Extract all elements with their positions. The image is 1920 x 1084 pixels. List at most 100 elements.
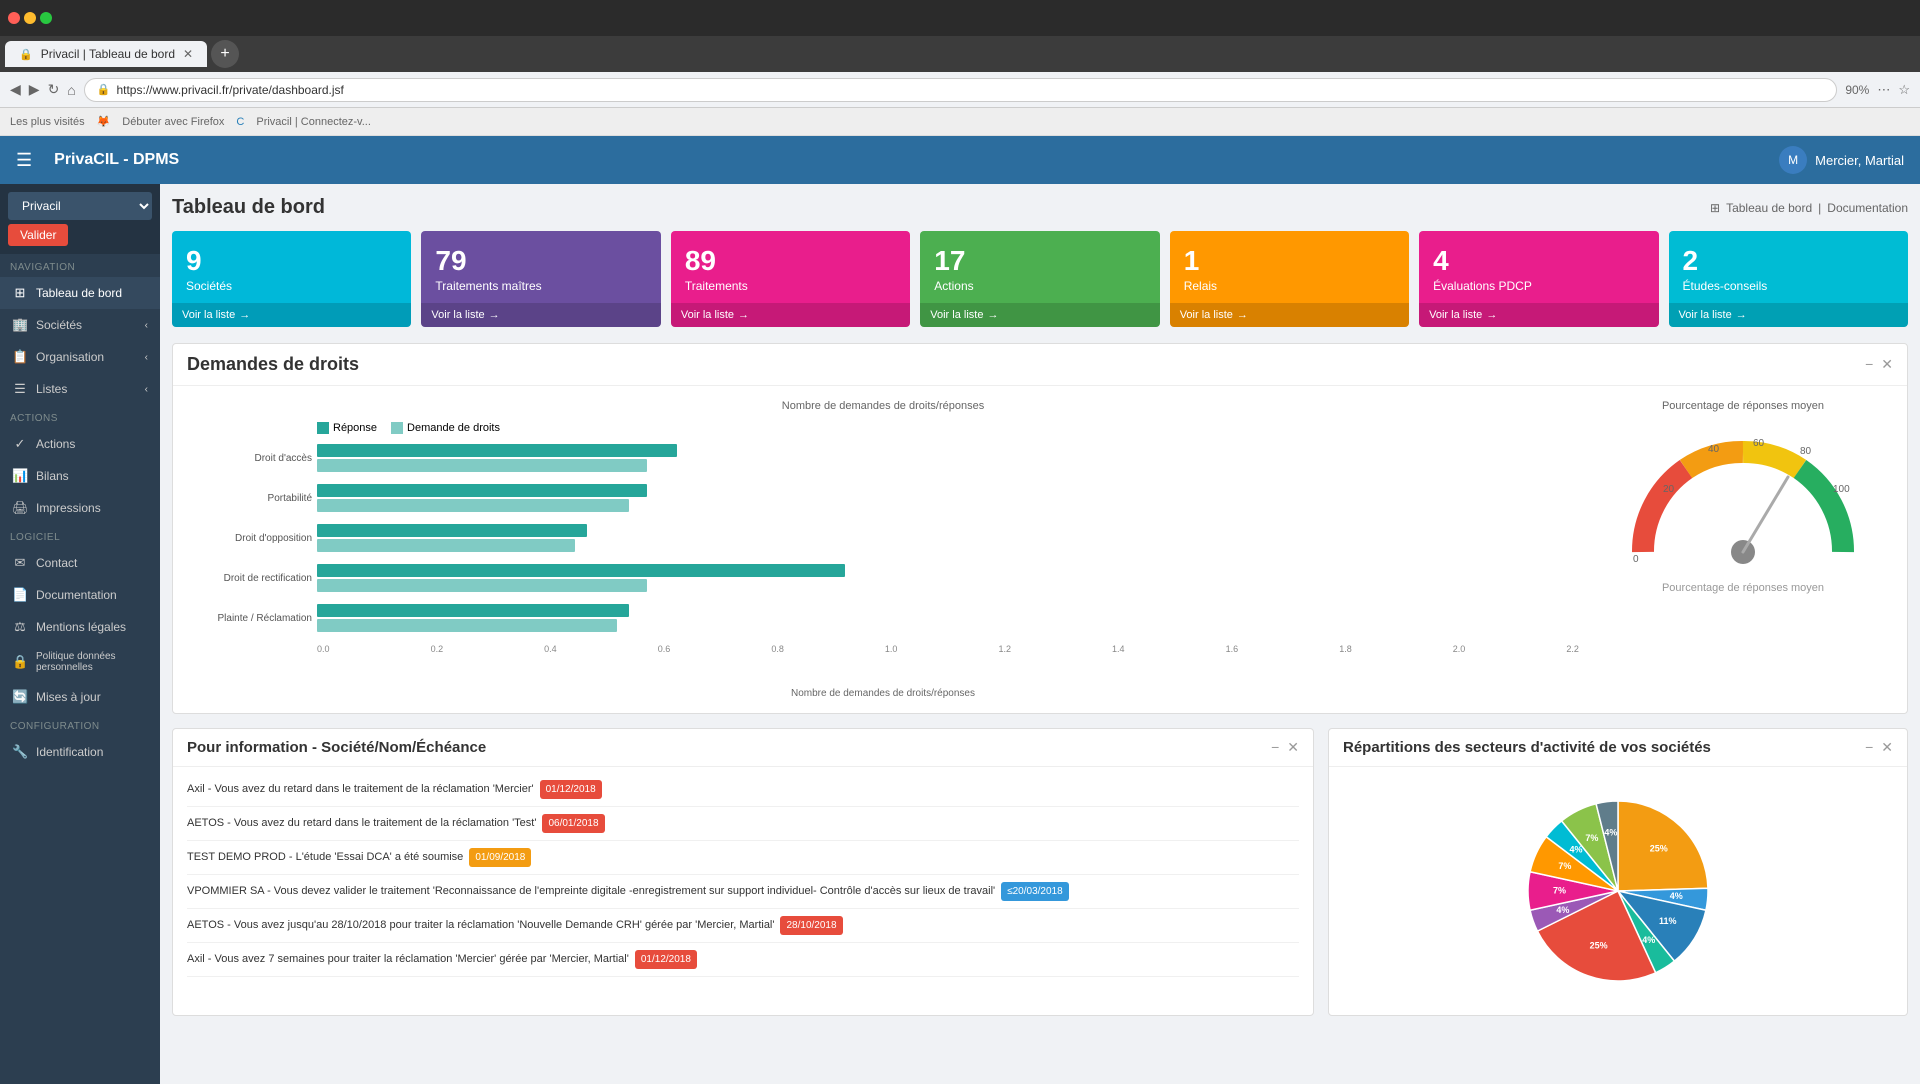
legend-reponse: Réponse bbox=[317, 422, 377, 434]
sidebar-item-label: Documentation bbox=[36, 588, 117, 602]
sidebar-item-mentions[interactable]: ⚖ Mentions légales bbox=[0, 611, 160, 643]
stats-cards: 9 Sociétés Voir la liste → 79 Traitement… bbox=[172, 231, 1908, 327]
sidebar-item-tableau-de-bord[interactable]: ⊞ Tableau de bord bbox=[0, 277, 160, 309]
close-icon-pie[interactable]: ✕ bbox=[1881, 739, 1893, 756]
stat-card-2[interactable]: 89 Traitements Voir la liste → bbox=[671, 231, 910, 327]
browser-tabs: 🔒 Privacil | Tableau de bord ✕ + bbox=[0, 36, 1920, 72]
gauge-title: Pourcentage de réponses moyen bbox=[1662, 400, 1824, 412]
extensions-icon[interactable]: ⋯ bbox=[1877, 82, 1890, 98]
minimize-icon-pie[interactable]: − bbox=[1865, 739, 1873, 756]
breadcrumb-doc[interactable]: Documentation bbox=[1827, 201, 1908, 215]
info-item-text: AETOS - Vous avez du retard dans le trai… bbox=[187, 817, 536, 829]
bar-row: Droit d'accès bbox=[317, 444, 1579, 472]
sidebar-item-organisation[interactable]: 📋 Organisation ‹ bbox=[0, 341, 160, 373]
firefox-bookmark[interactable]: Débuter avec Firefox bbox=[122, 116, 224, 128]
stat-card-4[interactable]: 1 Relais Voir la liste → bbox=[1170, 231, 1409, 327]
sidebar-item-identification[interactable]: 🔧 Identification bbox=[0, 736, 160, 768]
bar-reponse bbox=[317, 444, 677, 457]
svg-text:100: 100 bbox=[1833, 484, 1850, 495]
stat-label: Sociétés bbox=[186, 279, 397, 293]
bookmark-icon[interactable]: ☆ bbox=[1898, 82, 1910, 98]
bar-row: Droit de rectification bbox=[317, 564, 1579, 592]
sidebar-item-contact[interactable]: ✉ Contact bbox=[0, 547, 160, 579]
see-list-link[interactable]: Voir la liste → bbox=[671, 303, 910, 327]
forward-button[interactable]: ▶ bbox=[29, 81, 40, 98]
breadcrumb-current[interactable]: Tableau de bord bbox=[1726, 201, 1812, 215]
zoom-level: 90% bbox=[1845, 83, 1869, 97]
dashboard-icon: ⊞ bbox=[12, 285, 28, 301]
bar-label: Droit d'opposition bbox=[187, 533, 312, 544]
url-text: https://www.privacil.fr/private/dashboar… bbox=[116, 83, 343, 97]
sidebar-item-impressions[interactable]: 🖨 Impressions bbox=[0, 492, 160, 524]
lock-icon: 🔒 bbox=[97, 83, 111, 96]
sidebar-item-documentation[interactable]: 📄 Documentation bbox=[0, 579, 160, 611]
bar-demande bbox=[317, 579, 647, 592]
see-list-link[interactable]: Voir la liste → bbox=[421, 303, 660, 327]
svg-text:60: 60 bbox=[1753, 438, 1765, 449]
documentation-icon: 📄 bbox=[12, 587, 28, 603]
arrow-right-icon: → bbox=[1736, 309, 1747, 321]
close-icon-info[interactable]: ✕ bbox=[1287, 739, 1299, 756]
reload-button[interactable]: ↻ bbox=[48, 81, 60, 98]
pie-svg: 25%4%11%4%25%4%7%7%4%7%4% bbox=[1478, 781, 1758, 1001]
company-dropdown[interactable]: Privacil bbox=[8, 192, 152, 220]
config-section-label: Configuration bbox=[0, 713, 160, 736]
stat-card-5[interactable]: 4 Évaluations PDCP Voir la liste → bbox=[1419, 231, 1658, 327]
app-header: ☰ PrivaCIL - DPMS M Mercier, Martial bbox=[0, 136, 1920, 184]
demandes-title: Demandes de droits bbox=[187, 354, 359, 375]
stat-number: 4 bbox=[1433, 245, 1644, 277]
sidebar-item-actions[interactable]: ✓ Actions bbox=[0, 428, 160, 460]
minimize-icon-info[interactable]: − bbox=[1271, 739, 1279, 756]
sidebar-item-listes[interactable]: ☰ Listes ‹ bbox=[0, 373, 160, 405]
breadcrumb-icon: ⊞ bbox=[1710, 201, 1720, 215]
stat-number: 9 bbox=[186, 245, 397, 277]
x-axis-label: Nombre de demandes de droits/réponses bbox=[187, 688, 1579, 699]
user-avatar: M bbox=[1779, 146, 1807, 174]
see-list-link[interactable]: Voir la liste → bbox=[1170, 303, 1409, 327]
info-item: TEST DEMO PROD - L'étude 'Essai DCA' a é… bbox=[187, 841, 1299, 875]
validate-button[interactable]: Valider bbox=[8, 224, 68, 246]
see-list-link[interactable]: Voir la liste → bbox=[920, 303, 1159, 327]
user-menu[interactable]: M Mercier, Martial bbox=[1779, 146, 1904, 174]
most-visited-label[interactable]: Les plus visités bbox=[10, 116, 85, 128]
stat-card-0[interactable]: 9 Sociétés Voir la liste → bbox=[172, 231, 411, 327]
active-tab[interactable]: 🔒 Privacil | Tableau de bord ✕ bbox=[5, 41, 207, 67]
bottom-row: Pour information - Société/Nom/Échéance … bbox=[172, 728, 1908, 1016]
sidebar-item-bilans[interactable]: 📊 Bilans bbox=[0, 460, 160, 492]
main-content: Tableau de bord ⊞ Tableau de bord | Docu… bbox=[160, 184, 1920, 1084]
info-panel-title: Pour information - Société/Nom/Échéance bbox=[187, 739, 486, 756]
pie-label-10: 4% bbox=[1604, 827, 1617, 837]
sidebar-item-politique[interactable]: 🔒 Politique données personnelles bbox=[0, 643, 160, 681]
stat-card-3[interactable]: 17 Actions Voir la liste → bbox=[920, 231, 1159, 327]
close-icon[interactable]: ✕ bbox=[1881, 356, 1893, 373]
bar-demande bbox=[317, 539, 575, 552]
stat-card-6[interactable]: 2 Études-conseils Voir la liste → bbox=[1669, 231, 1908, 327]
pie-label-3: 4% bbox=[1642, 935, 1655, 945]
page-header: Tableau de bord ⊞ Tableau de bord | Docu… bbox=[172, 196, 1908, 219]
info-item: Axil - Vous avez du retard dans le trait… bbox=[187, 773, 1299, 807]
back-button[interactable]: ◀ bbox=[10, 81, 21, 98]
see-list-link[interactable]: Voir la liste → bbox=[1419, 303, 1658, 327]
sidebar-item-mises-a-jour[interactable]: 🔄 Mises à jour bbox=[0, 681, 160, 713]
home-button[interactable]: ⌂ bbox=[67, 82, 75, 98]
bar-label: Droit d'accès bbox=[187, 453, 312, 464]
sidebar-item-label: Contact bbox=[36, 556, 77, 570]
see-list-link[interactable]: Voir la liste → bbox=[1669, 303, 1908, 327]
sidebar-item-label: Impressions bbox=[36, 501, 101, 515]
sidebar: Privacil Valider Navigation ⊞ Tableau de… bbox=[0, 184, 160, 1084]
new-tab-button[interactable]: + bbox=[211, 40, 239, 68]
sidebar-item-label: Organisation bbox=[36, 350, 104, 364]
hamburger-icon[interactable]: ☰ bbox=[16, 150, 32, 171]
impressions-icon: 🖨 bbox=[12, 500, 28, 516]
logiciel-section-label: Logiciel bbox=[0, 524, 160, 547]
bar-label: Portabilité bbox=[187, 493, 312, 504]
see-list-link[interactable]: Voir la liste → bbox=[172, 303, 411, 327]
privacil-bookmark[interactable]: Privacil | Connectez-v... bbox=[256, 116, 371, 128]
stat-card-1[interactable]: 79 Traitements maîtres Voir la liste → bbox=[421, 231, 660, 327]
sidebar-item-societes[interactable]: 🏢 Sociétés ‹ bbox=[0, 309, 160, 341]
url-bar[interactable]: 🔒 https://www.privacil.fr/private/dashbo… bbox=[84, 78, 1838, 102]
stat-label: Traitements maîtres bbox=[435, 279, 646, 293]
date-badge: ≤20/03/2018 bbox=[1001, 882, 1069, 901]
tab-close-icon[interactable]: ✕ bbox=[183, 47, 193, 61]
minimize-icon[interactable]: − bbox=[1865, 356, 1873, 373]
